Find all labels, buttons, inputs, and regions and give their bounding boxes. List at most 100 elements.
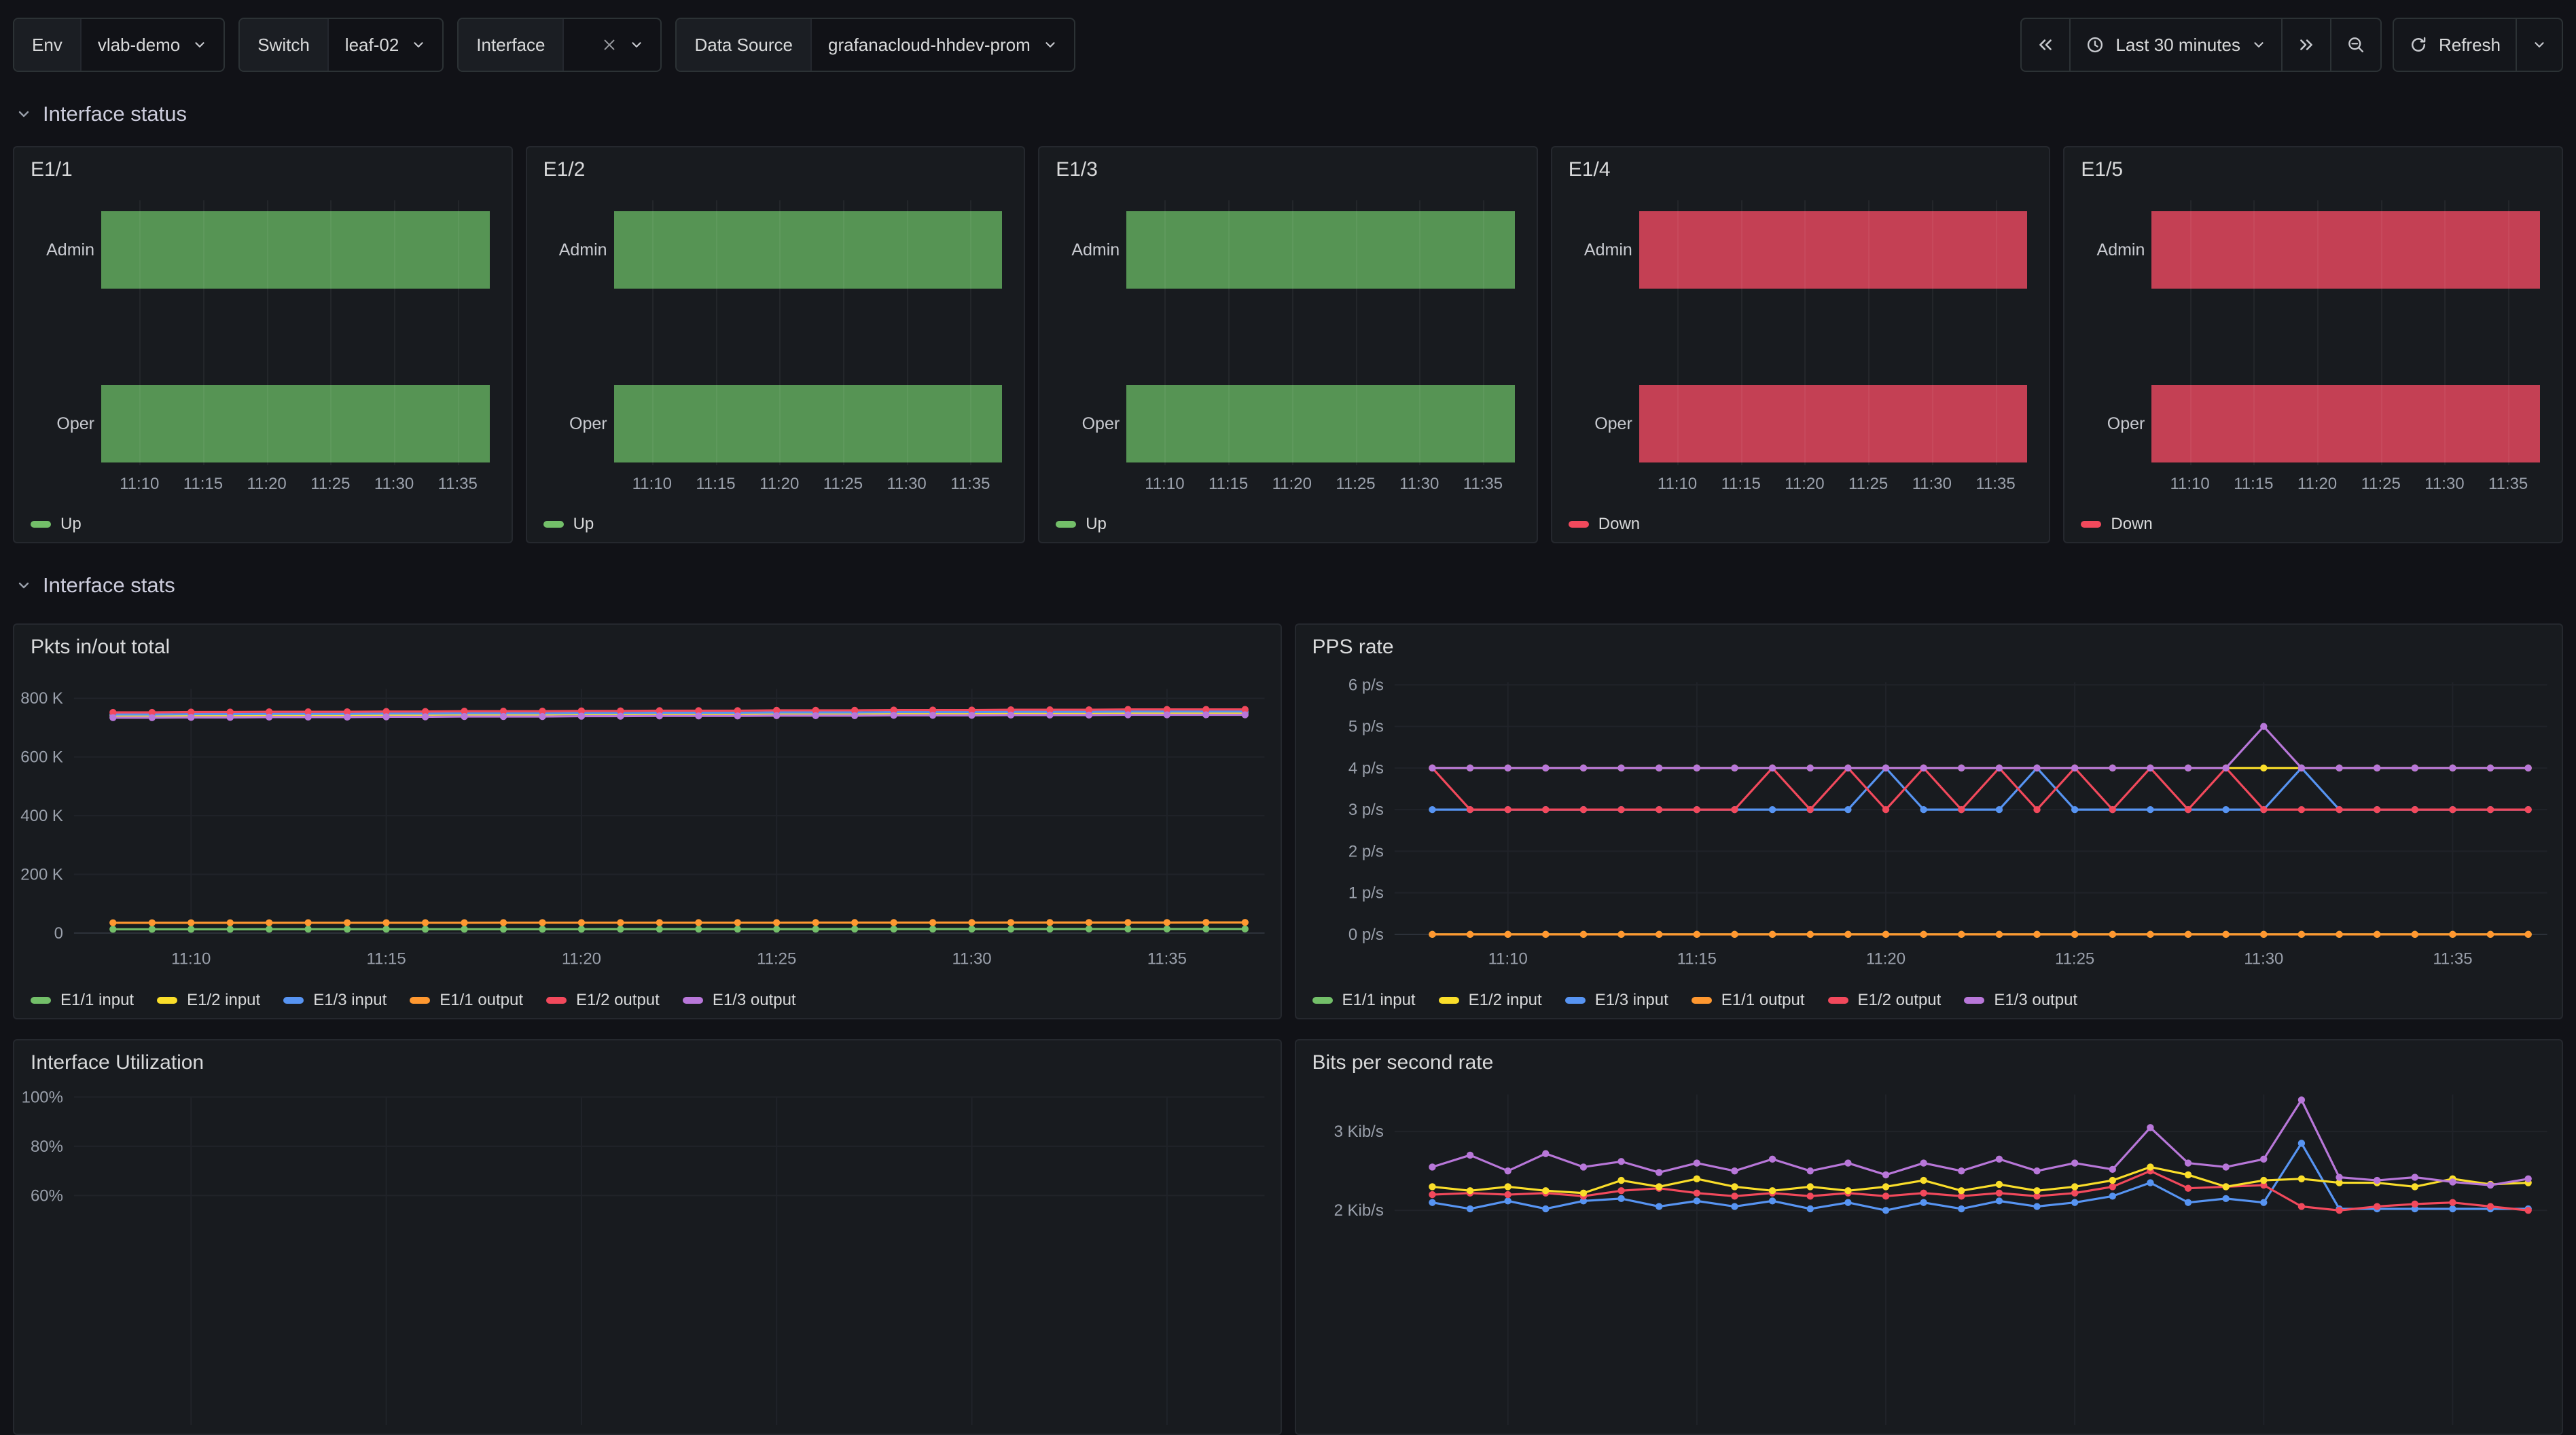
- section-interface-status[interactable]: Interface status: [16, 99, 2563, 129]
- legend-item-e1-3-output[interactable]: E1/3 output: [683, 991, 796, 1010]
- panel-title-status[interactable]: E1/1: [31, 158, 73, 181]
- legend-item-e1-3-output[interactable]: E1/3 output: [1964, 991, 2077, 1010]
- legend-item-e1-1-output[interactable]: E1/1 output: [1692, 991, 1805, 1010]
- grid-line: [1228, 200, 1230, 465]
- zoom-out-button[interactable]: [2330, 19, 2380, 71]
- legend-item-e1-3-input[interactable]: E1/3 input: [283, 991, 387, 1010]
- legend-item-e1-2-output[interactable]: E1/2 output: [546, 991, 660, 1010]
- legend-item-e1-1-output[interactable]: E1/1 output: [410, 991, 523, 1010]
- refresh-icon: [2409, 35, 2428, 54]
- legend-label: E1/2 output: [1858, 991, 1942, 1010]
- x-axis-label: 11:25: [310, 475, 350, 494]
- legend-item-up[interactable]: Up: [1056, 515, 1107, 534]
- time-range-picker[interactable]: Last 30 minutes: [2069, 19, 2281, 71]
- svg-text:11:20: 11:20: [562, 1431, 601, 1434]
- switch-select[interactable]: leaf-02: [329, 19, 443, 71]
- svg-text:11:30: 11:30: [2244, 1431, 2283, 1434]
- legend: E1/1 input E1/2 input E1/3 input E1/1 outpu…: [31, 991, 796, 1010]
- pps-plot[interactable]: 11:1011:1511:2011:2511:3011:350 p/s1 p/s…: [1296, 625, 2562, 1018]
- legend-pill: [1312, 997, 1333, 1004]
- legend-pill: [2081, 521, 2101, 528]
- timeline-plot[interactable]: 11:1011:1511:2011:2511:3011:35: [614, 147, 1003, 542]
- legend-item-e1-2-input[interactable]: E1/2 input: [157, 991, 260, 1010]
- time-shift-forward-button[interactable]: [2281, 19, 2330, 71]
- legend-label: E1/2 input: [1469, 991, 1542, 1010]
- legend-item-e1-1-input[interactable]: E1/1 input: [31, 991, 134, 1010]
- legend-pill: [283, 997, 304, 1004]
- x-axis-label: 11:10: [1145, 475, 1184, 494]
- timeline-row-label: Admin: [2064, 211, 2145, 289]
- legend-item-e1-2-input[interactable]: E1/2 input: [1439, 991, 1542, 1010]
- legend-pill: [546, 997, 567, 1004]
- panel-title-pps[interactable]: PPS rate: [1312, 636, 1394, 659]
- env-select[interactable]: vlab-demo: [82, 19, 223, 71]
- legend-pill: [1439, 997, 1459, 1004]
- timeline-row-label: Oper: [1039, 385, 1120, 462]
- grid-line: [267, 200, 268, 465]
- panel-title-status[interactable]: E1/4: [1569, 158, 1611, 181]
- section-interface-stats[interactable]: Interface stats: [16, 570, 2563, 600]
- time-shift-back-button[interactable]: [2022, 19, 2069, 71]
- chevron-down-icon: [1043, 37, 1058, 52]
- grid-line: [1677, 200, 1679, 465]
- svg-text:11:10: 11:10: [1488, 950, 1527, 968]
- bits-plot[interactable]: 11:1011:1511:2011:2511:3011:353 Kib/s2 K…: [1296, 1040, 2562, 1434]
- legend-label: E1/1 input: [60, 991, 134, 1010]
- clear-all-icon[interactable]: [602, 37, 617, 52]
- legend-item-up[interactable]: Up: [31, 515, 82, 534]
- grid-line: [843, 200, 844, 465]
- grid-line: [203, 200, 204, 465]
- state-bar-up: [614, 385, 1003, 462]
- grid-line: [907, 200, 908, 465]
- switch-value: leaf-02: [345, 35, 399, 56]
- legend: Up: [543, 515, 594, 534]
- panel-title-utilization[interactable]: Interface Utilization: [31, 1051, 204, 1074]
- panel-title-pkts[interactable]: Pkts in/out total: [31, 636, 170, 659]
- legend-item-e1-2-output[interactable]: E1/2 output: [1828, 991, 1942, 1010]
- pkts-plot[interactable]: 11:1011:1511:2011:2511:3011:350200 K400 …: [14, 625, 1281, 1018]
- interface-select[interactable]: [586, 19, 660, 71]
- legend-item-down[interactable]: Down: [1569, 515, 1640, 534]
- svg-text:2 Kib/s: 2 Kib/s: [1334, 1201, 1383, 1220]
- svg-text:11:35: 11:35: [1147, 1431, 1187, 1434]
- svg-text:100%: 100%: [22, 1088, 63, 1106]
- time-range-value: Last 30 minutes: [2115, 35, 2240, 56]
- legend-item-down[interactable]: Down: [2081, 515, 2152, 534]
- svg-text:0: 0: [54, 924, 63, 943]
- x-axis-label: 11:15: [1721, 475, 1761, 494]
- svg-text:2 p/s: 2 p/s: [1348, 842, 1383, 860]
- status-panel-E1-2: E1/2AdminOper11:1011:1511:2011:2511:3011…: [526, 146, 1026, 543]
- state-bar-down: [2151, 211, 2540, 289]
- svg-text:600 K: 600 K: [20, 748, 63, 767]
- svg-text:11:15: 11:15: [1677, 1431, 1716, 1434]
- timeline-row-label: Oper: [2064, 385, 2145, 462]
- timeline-plot[interactable]: 11:1011:1511:2011:2511:3011:35: [1639, 147, 2028, 542]
- grid-line: [652, 200, 654, 465]
- grid-line: [458, 200, 459, 465]
- legend-label: E1/2 output: [576, 991, 660, 1010]
- svg-text:11:20: 11:20: [1865, 1431, 1905, 1434]
- util-plot[interactable]: 11:1011:1511:2011:2511:3011:35100%80%60%: [14, 1040, 1281, 1434]
- legend-item-e1-3-input[interactable]: E1/3 input: [1565, 991, 1668, 1010]
- legend-item-e1-1-input[interactable]: E1/1 input: [1312, 991, 1416, 1010]
- switch-label: Switch: [240, 19, 329, 71]
- timeline-plot[interactable]: 11:1011:1511:2011:2511:3011:35: [2151, 147, 2540, 542]
- timeline-row-label: Admin: [1552, 211, 1632, 289]
- panel-title-status[interactable]: E1/3: [1056, 158, 1098, 181]
- panel-title-status[interactable]: E1/5: [2081, 158, 2123, 181]
- panel-title-bits[interactable]: Bits per second rate: [1312, 1051, 1494, 1074]
- panel-title-status[interactable]: E1/2: [543, 158, 586, 181]
- timeline-plot[interactable]: 11:1011:1511:2011:2511:3011:35: [101, 147, 490, 542]
- svg-text:1 p/s: 1 p/s: [1348, 884, 1383, 903]
- refresh-button[interactable]: Refresh: [2394, 19, 2516, 71]
- refresh-interval-button[interactable]: [2516, 19, 2562, 71]
- timeline-row-label: Oper: [1552, 385, 1632, 462]
- legend-item-up[interactable]: Up: [543, 515, 594, 534]
- legend: Up: [1056, 515, 1107, 534]
- svg-text:80%: 80%: [31, 1138, 63, 1156]
- svg-text:4 p/s: 4 p/s: [1348, 759, 1383, 778]
- timeline-plot[interactable]: 11:1011:1511:2011:2511:3011:35: [1126, 147, 1515, 542]
- datasource-select[interactable]: grafanacloud-hhdev-prom: [812, 19, 1074, 71]
- svg-text:800 K: 800 K: [20, 689, 63, 708]
- grid-line: [1419, 200, 1420, 465]
